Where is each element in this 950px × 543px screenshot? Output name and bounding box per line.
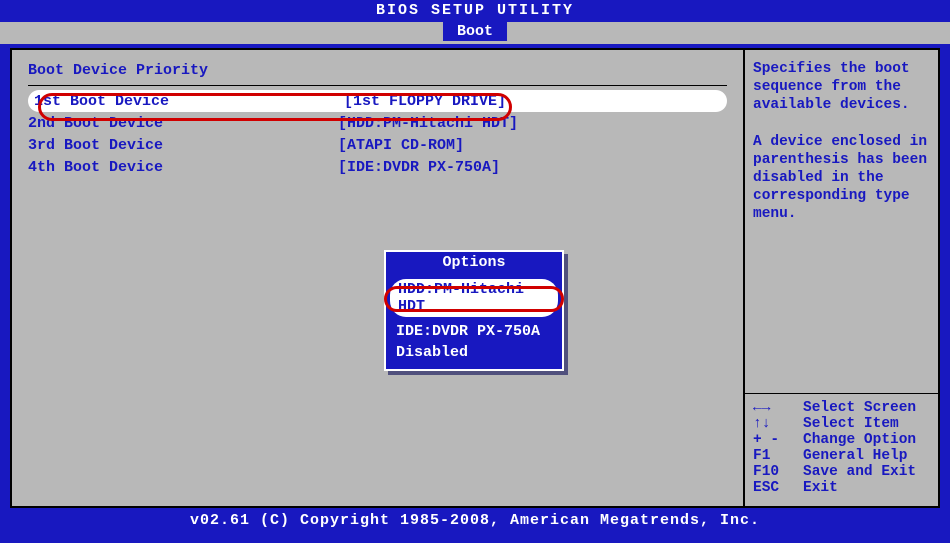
boot-row-1-label: 1st Boot Device: [34, 93, 344, 110]
tab-boot[interactable]: Boot: [442, 22, 508, 42]
footer-text: v02.61 (C) Copyright 1985-2008, American…: [190, 512, 760, 529]
boot-row-4-label: 4th Boot Device: [28, 159, 338, 176]
help-keys: ←→Select Screen ↑↓Select Item + -Change …: [753, 387, 930, 496]
help-divider: [745, 393, 938, 394]
key-row-5: F10Save and Exit: [753, 464, 930, 480]
boot-row-3-label: 3rd Boot Device: [28, 137, 338, 154]
boot-row-1[interactable]: 1st Boot Device [1st FLOPPY DRIVE]: [28, 90, 727, 112]
bios-header: BIOS SETUP UTILITY: [0, 0, 950, 22]
option-5[interactable]: Disabled: [386, 342, 562, 363]
boot-row-2-value: [HDD:PM-Hitachi HDT]: [338, 115, 518, 132]
key-row-4: F1General Help: [753, 448, 930, 464]
option-1[interactable]: 1st FLOPPY DRIVE: [386, 275, 562, 279]
options-popup[interactable]: Options 1st FLOPPY DRIVE HDD:PM-Hitachi …: [384, 250, 564, 371]
boot-row-1-value: [1st FLOPPY DRIVE]: [344, 93, 506, 110]
section-divider: [28, 85, 727, 86]
help-panel: Specifies the boot sequence from the ava…: [743, 50, 938, 506]
key-row-1: ←→Select Screen: [753, 400, 930, 416]
help-text-1: Specifies the boot sequence from the ava…: [753, 60, 930, 114]
bios-body: Boot Device Priority 1st Boot Device [1s…: [10, 48, 940, 508]
tab-bar: Boot: [0, 22, 950, 44]
main-panel: Boot Device Priority 1st Boot Device [1s…: [12, 50, 743, 506]
boot-row-2[interactable]: 2nd Boot Device [HDD:PM-Hitachi HDT]: [28, 112, 727, 134]
help-text-2: A device enclosed in parenthesis has bee…: [753, 133, 930, 224]
key-row-3: + -Change Option: [753, 432, 930, 448]
boot-row-3-value: [ATAPI CD-ROM]: [338, 137, 464, 154]
tab-boot-label: Boot: [457, 23, 493, 40]
boot-row-4[interactable]: 4th Boot Device [IDE:DVDR PX-750A]: [28, 156, 727, 178]
footer: v02.61 (C) Copyright 1985-2008, American…: [0, 510, 950, 531]
options-title: Options: [386, 254, 562, 271]
boot-row-2-label: 2nd Boot Device: [28, 115, 338, 132]
boot-row-3[interactable]: 3rd Boot Device [ATAPI CD-ROM]: [28, 134, 727, 156]
boot-row-4-value: [IDE:DVDR PX-750A]: [338, 159, 500, 176]
option-4[interactable]: IDE:DVDR PX-750A: [386, 321, 562, 342]
option-2[interactable]: HDD:PM-Hitachi HDT: [390, 279, 558, 317]
key-row-6: ESCExit: [753, 480, 930, 496]
key-row-2: ↑↓Select Item: [753, 416, 930, 432]
bios-title: BIOS SETUP UTILITY: [376, 2, 574, 19]
section-title: Boot Device Priority: [28, 62, 727, 79]
